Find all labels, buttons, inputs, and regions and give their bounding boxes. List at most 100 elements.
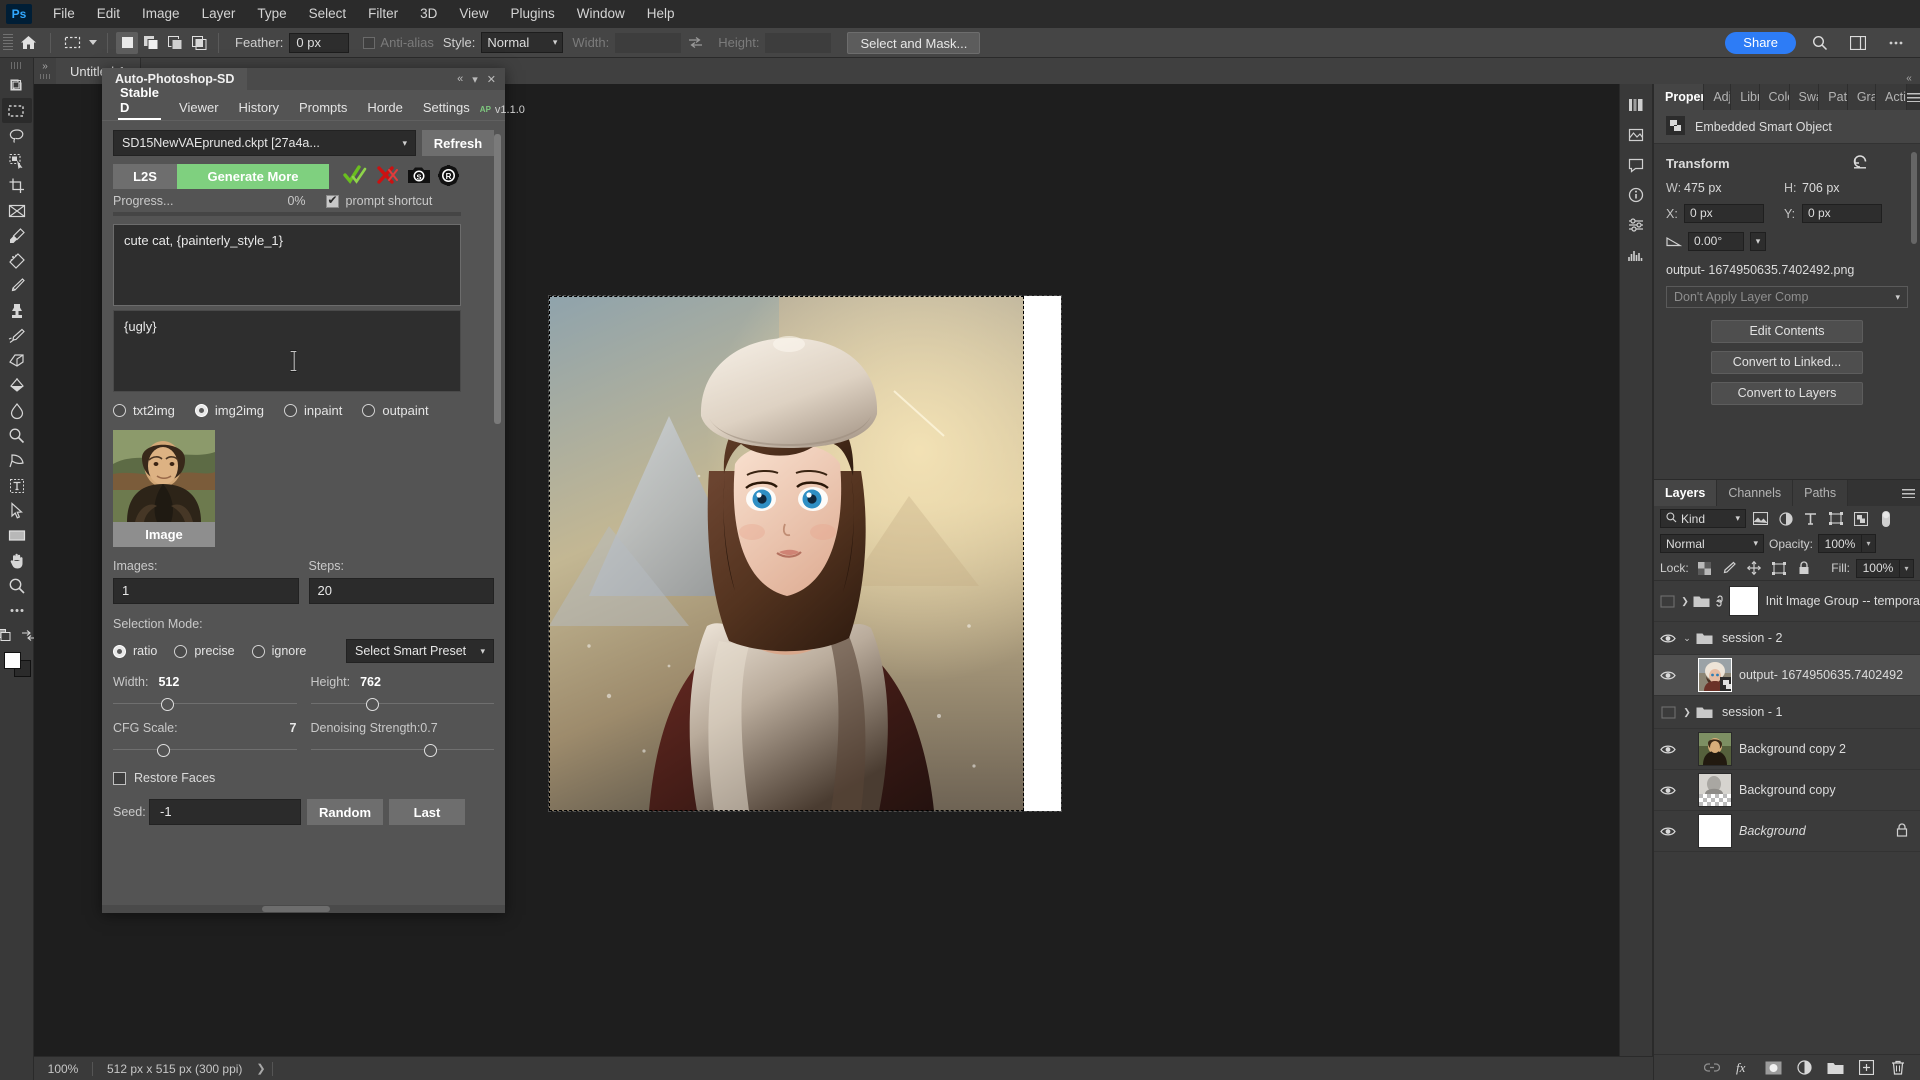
menu-select[interactable]: Select	[298, 0, 358, 28]
rectangle-tool[interactable]	[2, 523, 32, 548]
model-select[interactable]: SD15NewVAEpruned.ckpt [27a4a... ▾	[113, 130, 416, 156]
init-image-widget[interactable]: Image	[113, 430, 215, 547]
type-tool[interactable]	[2, 473, 32, 498]
menu-type[interactable]: Type	[246, 0, 297, 28]
table-row[interactable]: Background	[1654, 811, 1920, 852]
intersect-selection-button[interactable]	[188, 32, 210, 54]
height-input[interactable]	[765, 32, 832, 53]
table-row[interactable]: Background copy	[1654, 770, 1920, 811]
menu-filter[interactable]: Filter	[357, 0, 409, 28]
y-input[interactable]: 0 px	[1802, 204, 1882, 223]
tab-actions[interactable]: Actic	[1876, 84, 1907, 110]
tab-libraries[interactable]: Libr	[1731, 84, 1760, 110]
tab-patterns[interactable]: Patl	[1819, 84, 1848, 110]
height-slider[interactable]	[310, 696, 495, 712]
new-selection-button[interactable]	[116, 31, 138, 54]
collapse-panels-icon[interactable]: «	[1898, 73, 1920, 84]
rectangular-marquee-tool[interactable]	[1, 98, 32, 123]
options-bar-grip[interactable]	[3, 33, 13, 52]
menu-layer[interactable]: Layer	[191, 0, 247, 28]
table-row[interactable]: output- 1674950635.7402492	[1654, 655, 1920, 696]
path-selection-tool[interactable]	[2, 498, 32, 523]
gradient-tool[interactable]	[2, 373, 32, 398]
filter-toggle-icon[interactable]	[1875, 509, 1896, 529]
plugin-collapse-icon[interactable]: «	[457, 73, 463, 85]
edit-toolbar-tool[interactable]	[2, 598, 32, 623]
steps-input[interactable]: 20	[308, 578, 494, 604]
visibility-toggle[interactable]	[1656, 655, 1680, 696]
layer-styles-icon[interactable]: fx	[1734, 1059, 1751, 1076]
visibility-toggle[interactable]	[1656, 770, 1680, 811]
refresh-button[interactable]: Refresh	[422, 130, 494, 156]
clone-stamp-tool[interactable]	[2, 298, 32, 323]
convert-to-linked-button[interactable]: Convert to Linked...	[1711, 351, 1863, 374]
home-icon[interactable]	[13, 28, 43, 58]
properties-rail-icon[interactable]	[1621, 210, 1651, 240]
menu-help[interactable]: Help	[636, 0, 686, 28]
menu-edit[interactable]: Edit	[86, 0, 131, 28]
mode-outpaint[interactable]: outpaint	[362, 403, 429, 418]
rectangular-marquee-icon[interactable]	[58, 30, 86, 56]
l2s-button[interactable]: L2S	[113, 164, 177, 189]
new-layer-icon[interactable]	[1858, 1059, 1875, 1076]
collapse-group-icon[interactable]: ⌄	[1680, 633, 1694, 644]
object-selection-tool[interactable]	[2, 148, 32, 173]
fill-dropdown-icon[interactable]: ▾	[1899, 558, 1914, 578]
zoom-level[interactable]: 100%	[34, 1062, 92, 1076]
filter-kind-select[interactable]: Kind ▾	[1660, 509, 1746, 528]
layer-comp-select[interactable]: Don't Apply Layer Comp ▾	[1666, 286, 1908, 308]
fill-value[interactable]: 100%	[1855, 558, 1900, 578]
negative-prompt-input[interactable]: {ugly}	[113, 310, 461, 392]
images-input[interactable]: 1	[113, 578, 299, 604]
convert-to-layers-button[interactable]: Convert to Layers	[1711, 382, 1863, 405]
menu-image[interactable]: Image	[131, 0, 191, 28]
info-icon[interactable]	[1621, 180, 1651, 210]
close-icon[interactable]: ✕	[487, 73, 496, 86]
mode-img2img[interactable]: img2img	[194, 403, 264, 418]
feather-input[interactable]: 0 px	[289, 32, 350, 53]
color-swatches[interactable]	[3, 651, 31, 677]
generate-more-button[interactable]: Generate More	[177, 164, 329, 189]
tab-history[interactable]: History	[229, 100, 289, 120]
menu-3d[interactable]: 3D	[409, 0, 448, 28]
seed-input[interactable]: -1	[149, 799, 301, 825]
visibility-toggle[interactable]	[1656, 581, 1679, 622]
comments-icon[interactable]	[1621, 150, 1651, 180]
quick-mask-icon[interactable]	[0, 629, 13, 645]
tab-bar-collapse-icon[interactable]: »	[34, 58, 56, 84]
mode-txt2img[interactable]: txt2img	[113, 403, 175, 418]
tab-channels[interactable]: Channels	[1717, 480, 1794, 506]
lock-artboard-icon[interactable]	[1769, 558, 1788, 578]
spot-healing-brush-tool[interactable]	[2, 248, 32, 273]
libraries-icon[interactable]	[1621, 90, 1651, 120]
smart-object-filter-icon[interactable]	[1850, 509, 1871, 529]
adjustment-filter-icon[interactable]	[1775, 509, 1796, 529]
reset-transform-icon[interactable]	[1852, 154, 1868, 172]
selection-mode-ratio[interactable]: ratio	[113, 644, 157, 658]
tab-properties[interactable]: Properties	[1654, 84, 1705, 110]
lock-all-icon[interactable]	[1794, 558, 1813, 578]
menu-file[interactable]: File	[42, 0, 86, 28]
mode-inpaint[interactable]: inpaint	[284, 403, 342, 418]
anti-alias-checkbox[interactable]	[363, 36, 376, 49]
visibility-toggle[interactable]	[1656, 811, 1680, 852]
green-checks-icon[interactable]	[343, 165, 369, 188]
share-button[interactable]: Share	[1725, 31, 1796, 54]
visibility-toggle[interactable]	[1656, 622, 1680, 655]
angle-dropdown-icon[interactable]: ▾	[1750, 232, 1766, 251]
tab-color[interactable]: Colc	[1759, 84, 1790, 110]
width-slider[interactable]	[113, 696, 297, 712]
tab-horde[interactable]: Horde	[357, 100, 412, 120]
swap-dimensions-icon[interactable]	[681, 30, 709, 56]
pen-tool[interactable]	[2, 448, 32, 473]
search-icon[interactable]	[1806, 30, 1834, 56]
foreground-color-swatch[interactable]	[3, 652, 21, 669]
lock-position-icon[interactable]	[1745, 558, 1764, 578]
table-row[interactable]: ❯ Init Image Group -- temporary	[1654, 581, 1920, 622]
red-crosses-icon[interactable]	[376, 165, 400, 188]
prompt-input[interactable]: cute cat, {painterly_style_1}	[113, 224, 461, 306]
eyedropper-tool[interactable]	[2, 223, 32, 248]
tab-settings[interactable]: Settings	[413, 100, 480, 120]
more-options-icon[interactable]	[1882, 30, 1910, 56]
plugin-vertical-scrollbar[interactable]	[494, 134, 502, 464]
